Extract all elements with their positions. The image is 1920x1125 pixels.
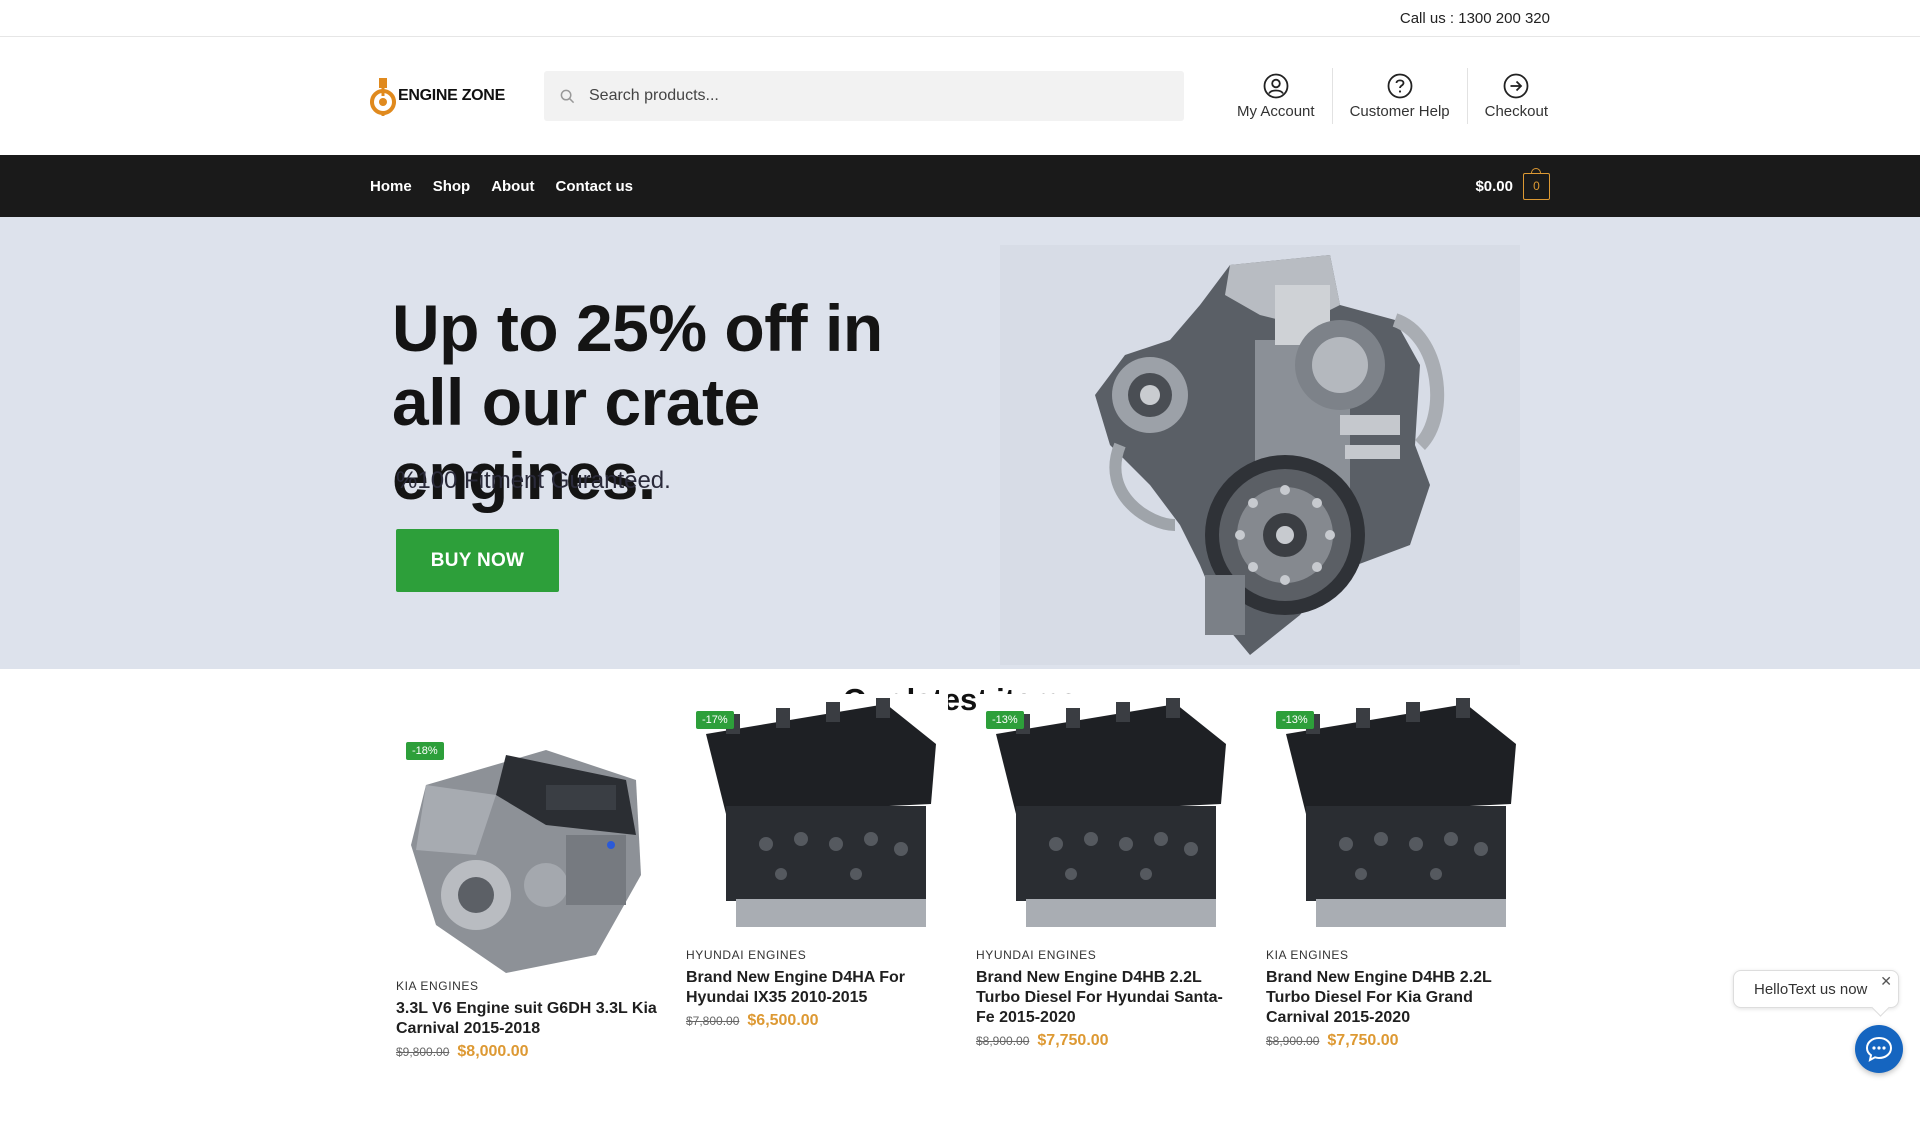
sale-badge: -13%	[1276, 711, 1314, 729]
product-card[interactable]: -18% KIA ENGINES 3.3L V6 Engine suit G6D…	[396, 725, 658, 1061]
diesel-engine-image	[686, 694, 948, 944]
cart-bag-icon: 0	[1523, 167, 1550, 200]
product-card[interactable]: -13% KIA ENGINES Brand New Engine D4HB 2…	[1266, 694, 1528, 1050]
diesel-engine-image	[1266, 694, 1528, 944]
product-price: $7,800.00 $6,500.00	[686, 1012, 948, 1030]
sale-badge: -18%	[406, 742, 444, 760]
product-card[interactable]: -13% HYUNDAI ENGINES Brand New Engine D4…	[976, 694, 1238, 1050]
original-price: $8,900.00	[976, 1034, 1030, 1048]
chat-launcher-button[interactable]	[1855, 1025, 1903, 1073]
v6-engine-image	[396, 725, 658, 975]
hero-subtitle: %100 Fitment Guranteed.	[396, 467, 671, 494]
product-price: $8,900.00 $7,750.00	[1266, 1032, 1528, 1050]
customer-help-link[interactable]: Customer Help	[1331, 68, 1467, 124]
product-card[interactable]: -17% HYUNDAI ENGINES Brand New Engine D4…	[686, 694, 948, 1030]
search-icon	[560, 89, 575, 103]
logo-text: ENGINE ZONE	[398, 87, 505, 104]
piston-logo-icon	[370, 78, 396, 116]
product-price: $8,900.00 $7,750.00	[976, 1032, 1238, 1050]
nav-contact-us[interactable]: Contact us	[556, 178, 634, 195]
checkout-link[interactable]: Checkout	[1466, 68, 1550, 124]
nav-about[interactable]: About	[491, 178, 534, 195]
customer-help-label: Customer Help	[1349, 102, 1450, 120]
product-category[interactable]: HYUNDAI ENGINES	[686, 948, 948, 962]
product-name[interactable]: Brand New Engine D4HB 2.2L Turbo Diesel …	[976, 968, 1238, 1028]
chat-prompt-bubble[interactable]: HelloText us now ✕	[1733, 970, 1899, 1008]
product-name[interactable]: 3.3L V6 Engine suit G6DH 3.3L Kia Carniv…	[396, 999, 658, 1039]
call-us-text: Call us : 1300 200 320	[1399, 9, 1550, 27]
site-header: ENGINE ZONE My Account	[0, 37, 1920, 155]
product-category[interactable]: KIA ENGINES	[396, 979, 658, 993]
search-input[interactable]	[587, 86, 1151, 106]
my-account-link[interactable]: My Account	[1220, 68, 1332, 124]
header-links: My Account Customer Help Checkout	[1220, 68, 1550, 124]
product-category[interactable]: HYUNDAI ENGINES	[976, 948, 1238, 962]
checkout-label: Checkout	[1484, 102, 1548, 120]
sale-badge: -13%	[986, 711, 1024, 729]
chat-bubble-icon	[1865, 1036, 1893, 1062]
cart-button[interactable]: $0.00 0	[1475, 167, 1550, 200]
primary-nav: Home Shop About Contact us $0.00 0	[0, 155, 1920, 217]
close-icon[interactable]: ✕	[1880, 973, 1892, 990]
site-logo[interactable]: ENGINE ZONE	[370, 76, 544, 116]
product-name[interactable]: Brand New Engine D4HB 2.2L Turbo Diesel …	[1266, 968, 1528, 1028]
nav-home[interactable]: Home	[370, 178, 412, 195]
sale-price: $8,000.00	[457, 1043, 529, 1060]
product-category[interactable]: KIA ENGINES	[1266, 948, 1528, 962]
original-price: $8,900.00	[1266, 1034, 1320, 1048]
crate-engine-image	[1000, 245, 1520, 665]
product-image[interactable]: -13%	[1266, 694, 1528, 944]
arrow-circle-icon	[1503, 73, 1529, 98]
latest-items-title: Our latest items	[842, 682, 1078, 717]
sale-price: $7,750.00	[1037, 1032, 1109, 1049]
product-image[interactable]: -13%	[976, 694, 1238, 944]
sale-price: $7,750.00	[1327, 1032, 1399, 1049]
product-image[interactable]: -18%	[396, 725, 658, 975]
nav-shop[interactable]: Shop	[433, 178, 471, 195]
product-image[interactable]: -17%	[686, 694, 948, 944]
top-bar: Call us : 1300 200 320	[0, 0, 1920, 37]
sale-price: $6,500.00	[747, 1012, 819, 1029]
original-price: $9,800.00	[396, 1045, 450, 1059]
cart-total: $0.00	[1475, 177, 1513, 195]
product-price: $9,800.00 $8,000.00	[396, 1043, 658, 1061]
my-account-label: My Account	[1237, 102, 1315, 120]
sale-badge: -17%	[696, 711, 734, 729]
help-circle-icon	[1387, 73, 1412, 98]
cart-count: 0	[1533, 179, 1540, 193]
buy-now-button[interactable]: BUY NOW	[396, 529, 559, 592]
user-circle-icon	[1263, 73, 1289, 98]
product-grid: -18% KIA ENGINES 3.3L V6 Engine suit G6D…	[370, 694, 1550, 1125]
chat-prompt-text: HelloText us now	[1754, 981, 1868, 998]
diesel-engine-image	[976, 694, 1238, 944]
hero-banner: Up to 25% off in all our crate engines. …	[0, 217, 1920, 669]
search-box[interactable]	[544, 71, 1184, 121]
product-name[interactable]: Brand New Engine D4HA For Hyundai IX35 2…	[686, 968, 948, 1008]
original-price: $7,800.00	[686, 1014, 740, 1028]
